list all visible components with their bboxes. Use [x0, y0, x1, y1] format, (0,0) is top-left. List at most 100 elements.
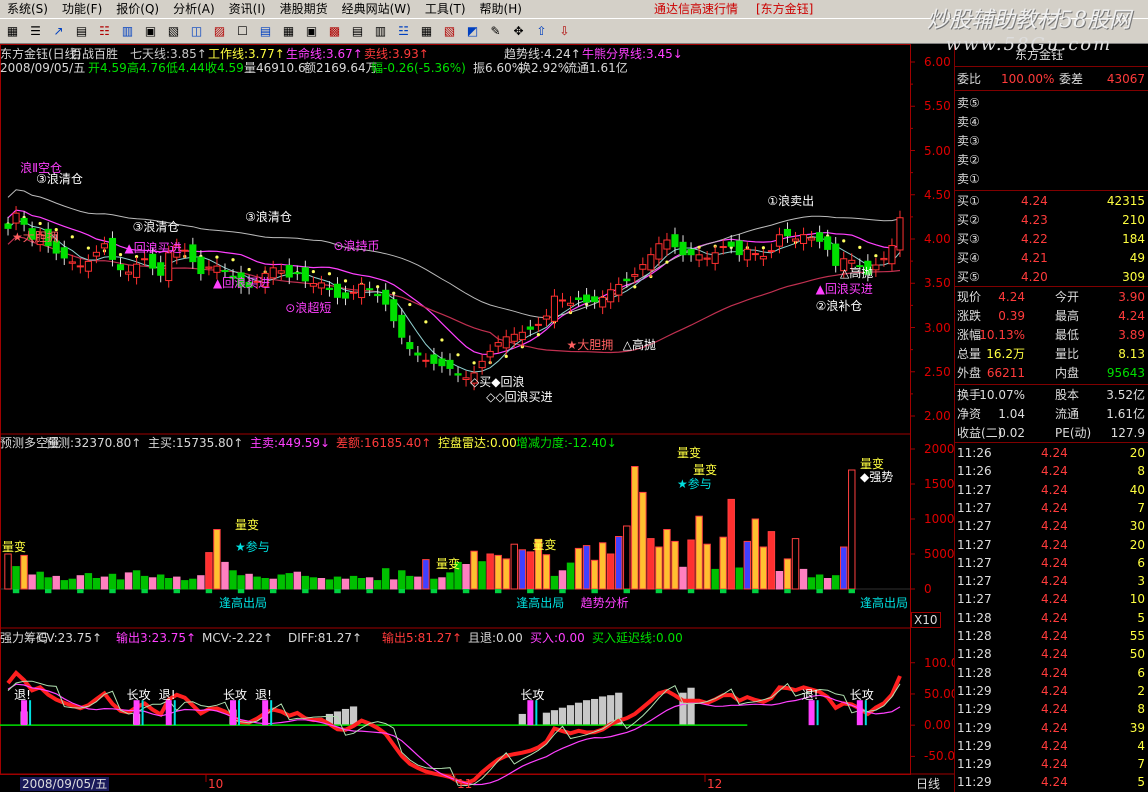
- candle-body: [816, 232, 824, 242]
- candle-body: [430, 354, 438, 364]
- volume-bar: [783, 558, 792, 590]
- volume-bar: [438, 577, 446, 590]
- volume-neg-bar: [366, 589, 373, 594]
- volume-bar: [12, 566, 20, 590]
- ratio-diff-label: 委差: [1059, 72, 1084, 86]
- candle-body: [607, 289, 615, 303]
- volume-label: 量变: [2, 540, 27, 554]
- menu-item-8[interactable]: 帮助(H): [473, 0, 529, 18]
- period-label[interactable]: 日线: [916, 777, 940, 791]
- tick-price: 4.24: [1041, 500, 1068, 515]
- stat-row: 涨幅 10.13% 最低 3.89: [955, 326, 1148, 344]
- chip-bar: [518, 713, 526, 726]
- tick-price: 4.24: [1041, 775, 1068, 790]
- toolbar-icon-3[interactable]: ▤: [71, 21, 92, 41]
- candle-body: [566, 302, 575, 306]
- candle-body: [398, 314, 406, 338]
- toolbar-icon-9[interactable]: ▨: [209, 21, 230, 41]
- buy-row: 买③ 4.22 184: [955, 230, 1148, 248]
- toolbar-icon-0[interactable]: ▦: [2, 21, 23, 41]
- toolbar-icon-20[interactable]: ◩: [462, 21, 483, 41]
- work-line-dot: [408, 302, 412, 307]
- volume-header-item: 差额:16185.40↑: [336, 436, 432, 450]
- candle-body: [189, 244, 197, 263]
- chart-svg[interactable]: [0, 44, 954, 792]
- toolbar-icon-4[interactable]: ☷: [94, 21, 115, 41]
- volume-bar: [341, 578, 350, 590]
- work-line-dot: [327, 272, 332, 276]
- stat-label: 股本: [1055, 388, 1080, 402]
- menu-item-4[interactable]: 资讯(I): [222, 0, 273, 18]
- work-line-dot: [215, 255, 219, 259]
- tick-vol: 6: [1137, 665, 1145, 680]
- toolbar-icon-10[interactable]: ☐: [232, 21, 253, 41]
- stat-label: 收益(二): [957, 426, 1003, 440]
- buy-label: 买②: [957, 213, 980, 227]
- menu-item-5[interactable]: 港股期货: [273, 0, 335, 18]
- toolbar-icon-11[interactable]: ▤: [255, 21, 276, 41]
- candle-body: [165, 252, 173, 282]
- toolbar-icon-5[interactable]: ▥: [117, 21, 138, 41]
- candle-body: [824, 236, 832, 250]
- chart-area[interactable]: 6.00 5.50 5.00 4.50 4.00 3.50 3.00 2.50 2.00 东方金钰…: [0, 44, 963, 792]
- toolbar-icon-14[interactable]: ▩: [324, 21, 345, 41]
- volume-bar: [213, 529, 221, 590]
- kline-header-item: 牛熊分界线:3.45↓: [582, 47, 683, 61]
- kline-annotation: △高抛: [840, 265, 874, 280]
- sell-label: 卖①: [957, 172, 980, 186]
- toolbar-icon-18[interactable]: ▦: [416, 21, 437, 41]
- stat-value: 1.61亿: [1106, 407, 1145, 421]
- work-line-dot: [456, 353, 460, 357]
- toolbar-icon-23[interactable]: ⇧: [531, 21, 552, 41]
- volume-bar: [52, 575, 60, 590]
- toolbar-icon-16[interactable]: ▥: [370, 21, 391, 41]
- tick-row: 11:29 4.24 7: [955, 755, 1148, 773]
- menu-item-6[interactable]: 经典网站(W): [335, 0, 418, 18]
- volume-bar: [116, 579, 125, 590]
- menu-item-7[interactable]: 工具(T): [418, 0, 473, 18]
- candle-body: [751, 253, 759, 256]
- toolbar-icon-7[interactable]: ▧: [163, 21, 184, 41]
- volume-bar: [574, 547, 583, 590]
- candle-body: [679, 241, 687, 256]
- menu-item-3[interactable]: 分析(A): [166, 0, 222, 18]
- toolbar-icon-19[interactable]: ▧: [439, 21, 460, 41]
- buy-row: 买⑤ 4.20 309: [955, 268, 1148, 286]
- toolbar-icon-6[interactable]: ▣: [140, 21, 161, 41]
- kline-annotation: ▲回浪买进: [815, 282, 873, 297]
- volume-bar: [671, 540, 679, 590]
- kline-header-item: 百战百胜: [70, 47, 119, 61]
- candle-body: [791, 238, 800, 242]
- kline-header-item: 七天线:3.85↑: [130, 47, 207, 61]
- volume-bar: [446, 572, 454, 590]
- date-axis-current: 2008/09/05/五: [20, 777, 110, 791]
- toolbar-icon-13[interactable]: ▣: [301, 21, 322, 41]
- toolbar-icon-2[interactable]: ↗: [48, 21, 69, 41]
- menu-item-2[interactable]: 报价(Q): [109, 0, 166, 18]
- volume-bar: [381, 568, 390, 590]
- candle-body: [108, 237, 117, 260]
- tick-row: 11:28 4.24 5: [955, 609, 1148, 627]
- volume-bar: [189, 578, 197, 590]
- candle-body: [671, 234, 679, 248]
- stat-label: 换手: [957, 388, 982, 402]
- toolbar-icon-21[interactable]: ✎: [485, 21, 506, 41]
- menu-item-1[interactable]: 功能(F): [55, 0, 109, 18]
- buy-label: 买④: [957, 251, 980, 265]
- toolbar-icon-17[interactable]: ☳: [393, 21, 414, 41]
- volume-bar: [494, 554, 502, 590]
- candle-body: [141, 258, 149, 261]
- indicator-header-item: 且退:0.00: [468, 631, 523, 645]
- volume-header-item: 主卖:449.59↓: [250, 436, 331, 450]
- tick-price: 4.24: [1041, 519, 1068, 534]
- menu-item-0[interactable]: 系统(S): [0, 0, 55, 18]
- toolbar-icon-15[interactable]: ▤: [347, 21, 368, 41]
- candle-body: [767, 250, 775, 253]
- toolbar-icon-1[interactable]: ☰: [25, 21, 46, 41]
- volume-neg-bar: [494, 589, 502, 594]
- toolbar-icon-24[interactable]: ⇩: [554, 21, 575, 41]
- toolbar-icon-12[interactable]: ▦: [278, 21, 299, 41]
- chip-bar: [542, 712, 551, 726]
- toolbar-icon-22[interactable]: ✥: [508, 21, 529, 41]
- toolbar-icon-8[interactable]: ◫: [186, 21, 207, 41]
